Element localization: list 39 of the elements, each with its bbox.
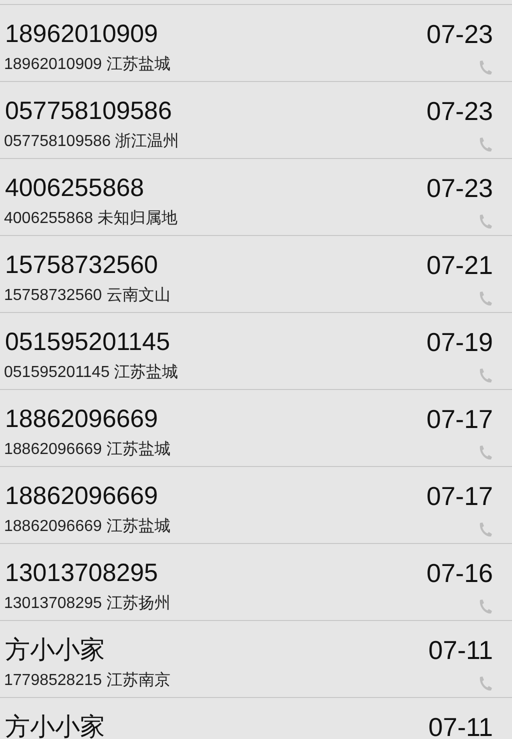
phone-icon [478, 137, 492, 152]
number-location: 18962010909 江苏盐城 [4, 55, 170, 75]
number-location: 4006255868 未知归属地 [4, 209, 178, 229]
number-location: 13013708295 江苏扬州 [4, 594, 170, 614]
number-location: 051595201145 江苏盐城 [4, 363, 178, 383]
contact-name: 18862096669 [5, 404, 158, 435]
phone-icon [478, 445, 492, 460]
call-date: 07-17 [426, 480, 493, 512]
call-date: 07-23 [426, 18, 493, 50]
contact-name: 18962010909 [5, 19, 158, 50]
phone-icon [478, 60, 492, 75]
phone-icon [478, 522, 492, 537]
number-location: 18862096669 江苏盐城 [4, 517, 170, 537]
contact-name: 15758732560 [5, 250, 158, 281]
call-date: 07-11 [428, 711, 493, 739]
call-date: 07-19 [426, 326, 493, 358]
phone-icon [478, 214, 492, 229]
number-location: 18862096669 江苏盐城 [4, 440, 170, 460]
call-date: 07-17 [426, 403, 493, 435]
call-date: 07-21 [426, 249, 493, 281]
phone-icon [478, 368, 492, 383]
contact-name: 13013708295 [5, 558, 158, 589]
call-date: 07-16 [426, 557, 493, 589]
contact-name: 18862096669 [5, 481, 158, 512]
call-date: 07-23 [426, 172, 493, 204]
phone-icon [478, 599, 492, 614]
contact-name: 4006255868 [5, 173, 144, 204]
phone-icon [478, 676, 492, 691]
number-location: 17798528215 江苏南京 [4, 671, 170, 691]
call-date: 07-11 [428, 634, 493, 666]
contact-name: 方小小家 [5, 712, 105, 739]
contact-name: 方小小家 [5, 635, 105, 666]
call-date: 07-23 [426, 95, 493, 127]
contact-name: 057758109586 [5, 96, 172, 127]
number-location: 15758732560 云南文山 [4, 286, 170, 306]
call-row[interactable]: 方小小家 07-11 [0, 697, 512, 739]
phone-icon [478, 291, 492, 306]
contact-name: 051595201145 [5, 327, 170, 358]
number-location: 057758109586 浙江温州 [4, 132, 180, 152]
